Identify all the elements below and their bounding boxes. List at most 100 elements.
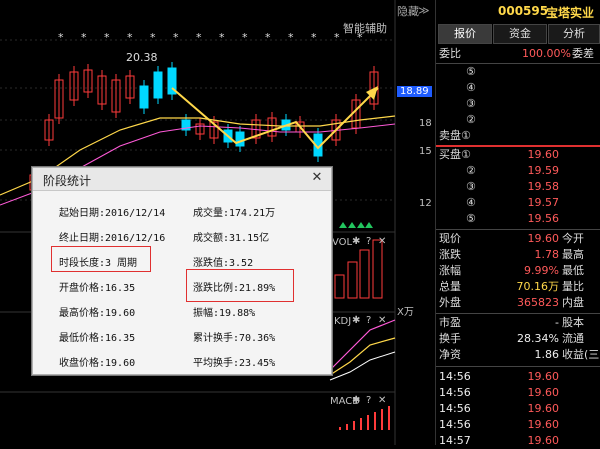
sell-row[interactable]: ⑤ [436, 64, 600, 80]
quote-label: 净资 [439, 348, 461, 361]
buy-row[interactable]: ③ 19.58 [436, 179, 600, 195]
sell-row[interactable]: 卖盘① [436, 128, 600, 144]
candlestick [235, 131, 245, 147]
quote-value: 1.78 [534, 248, 560, 261]
end-date: 终止日期:2016/12/16 [59, 233, 166, 244]
divider [436, 366, 600, 367]
close-panel-icon[interactable]: ✕ [378, 395, 386, 406]
tick-price: 19.60 [527, 434, 560, 447]
quote-row: 外盘 365823 内盘 [436, 295, 600, 311]
help-icon[interactable]: ? [366, 315, 371, 326]
quote-label: 涨幅 [439, 264, 461, 277]
buy-price: 19.59 [527, 164, 560, 177]
stock-name: 宝塔实业 [546, 6, 595, 20]
quote-row: 涨幅 9.99% 最低 [436, 263, 600, 279]
amplitude: 振幅:19.88% [193, 308, 256, 319]
quote-row: 总量 70.16万 量比 [436, 279, 600, 295]
tab-analysis[interactable]: 分析 [548, 24, 600, 44]
quote-value: 1.86 [534, 348, 560, 361]
stock-code: 000595 [498, 4, 549, 18]
close-icon[interactable]: ✕ [309, 170, 325, 186]
buy-row[interactable]: ② 19.59 [436, 163, 600, 179]
tick-time: 14:56 [439, 402, 471, 415]
change-ratio-highlight [186, 269, 294, 302]
quote-label: 市盈 [439, 316, 461, 329]
average-turnover: 平均换手:23.45% [193, 358, 276, 369]
sell-row[interactable]: ② [436, 112, 600, 128]
candlestick [139, 85, 149, 109]
quote-label: 外盘 [439, 296, 461, 309]
quote-value: 9.99% [524, 264, 559, 277]
tab-quote[interactable]: 报价 [438, 24, 492, 44]
candlestick [153, 71, 163, 99]
quote-value: 19.60 [527, 232, 560, 245]
event-star-icon: * [58, 31, 64, 44]
help-icon[interactable]: ? [366, 236, 371, 247]
tab-capital[interactable]: 资金 [493, 24, 547, 44]
wei-cha-label: 委差 [572, 47, 594, 60]
price-axis-label: 15 [419, 146, 432, 157]
high-price-label: 20.38 [126, 51, 158, 64]
quote-panel: 000595 宝塔实业 报价 资金 分析 委比 100.00% 委差 ⑤ ④ ③… [435, 0, 600, 447]
volume: 成交量:174.21万 [193, 208, 276, 219]
buy-level-label: ⑤ [466, 212, 476, 225]
close-panel-icon[interactable]: ✕ [378, 236, 386, 247]
help-icon[interactable]: ? [366, 395, 371, 406]
tick-time: 14:56 [439, 370, 471, 383]
sell-level-label: ⑤ [466, 65, 476, 78]
event-star-icon: * [311, 31, 317, 44]
event-star-icon: * [81, 31, 87, 44]
buy-level-label: ② [466, 164, 476, 177]
sell-row[interactable]: ③ [436, 96, 600, 112]
tick-row: 14:57 19.60 [436, 433, 600, 449]
vol-label: VOL [332, 237, 353, 248]
quote-suffix: 内盘 [562, 296, 584, 309]
event-star-icon: * [150, 31, 156, 44]
tick-row: 14:56 19.60 [436, 385, 600, 401]
volume-bar [334, 274, 345, 299]
collapse-arrow-icon[interactable]: ≫ [418, 4, 430, 17]
kdj-line [329, 351, 396, 381]
quote-row: 涨跌 1.78 最高 [436, 247, 600, 263]
signal-marker-icon [348, 222, 356, 228]
buy-level-label: ④ [466, 196, 476, 209]
amount: 成交额:31.15亿 [193, 233, 270, 244]
dialog-title-bar[interactable]: 阶段统计 ✕ [33, 168, 331, 191]
divider [436, 229, 600, 230]
quote-label: 现价 [439, 232, 461, 245]
divider [436, 313, 600, 314]
buy-price: 19.60 [527, 148, 560, 161]
smart-assist-label[interactable]: 智能辅助 [343, 20, 387, 36]
vol-unit-label: X万 [397, 307, 414, 318]
hide-button[interactable]: 隐藏 [397, 3, 419, 19]
kdj-line [329, 319, 396, 371]
buy-row[interactable]: ⑤ 19.56 [436, 211, 600, 227]
kdj-label: KDJ [334, 316, 352, 327]
high-price: 最高价格:19.60 [59, 308, 136, 319]
quote-suffix: 收益(三 [562, 348, 600, 361]
buy-row[interactable]: ④ 19.57 [436, 195, 600, 211]
close-panel-icon[interactable]: ✕ [378, 315, 386, 326]
buy-level-label: 买盘① [439, 148, 471, 161]
quote-value: 28.34% [517, 332, 559, 345]
quote-row: 净资 1.86 收益(三 [436, 347, 600, 363]
sell-level-label: ④ [466, 81, 476, 94]
buy-row[interactable]: 买盘① 19.60 [436, 147, 600, 163]
period-stats-dialog[interactable]: 阶段统计 ✕ 起始日期:2016/12/14 终止日期:2016/12/16 时… [32, 167, 332, 375]
gear-icon[interactable]: ✱ [352, 236, 360, 247]
event-star-icon: * [288, 31, 294, 44]
tick-row: 14:56 19.60 [436, 417, 600, 433]
quote-suffix: 今开 [562, 232, 584, 245]
quote-value: 365823 [517, 296, 559, 309]
volume-bar [372, 239, 383, 299]
quote-row: 换手 28.34% 流通 [436, 331, 600, 347]
quote-label: 换手 [439, 332, 461, 345]
open-price: 开盘价格:16.35 [59, 283, 136, 294]
gear-icon[interactable]: ✱ [352, 395, 360, 406]
sell-row[interactable]: ④ [436, 80, 600, 96]
quote-label: 涨跌 [439, 248, 461, 261]
sell-level-label: ② [466, 113, 476, 126]
event-star-icon: * [242, 31, 248, 44]
gear-icon[interactable]: ✱ [352, 315, 360, 326]
event-star-icon: * [173, 31, 179, 44]
